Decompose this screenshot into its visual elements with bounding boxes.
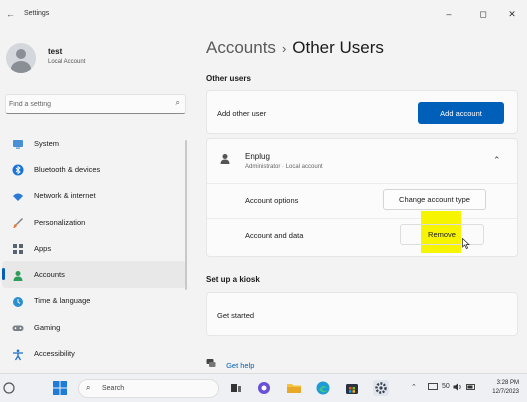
weather-icon[interactable] — [3, 381, 15, 394]
sidebar-item-label: Accessibility — [34, 349, 75, 359]
breadcrumb-separator: › — [281, 41, 287, 56]
wifi-icon — [12, 190, 24, 202]
tray-volume-value: 50 — [442, 383, 450, 390]
breadcrumb: Accounts › Other Users — [206, 38, 384, 58]
back-arrow-icon[interactable]: ← — [6, 9, 15, 19]
account-options-label: Account options — [245, 196, 299, 205]
title-bar: ← Settings – ◻ ✕ — [0, 0, 527, 30]
sidebar-scrollbar[interactable] — [185, 140, 187, 290]
sidebar-item-label: Personalization — [34, 217, 86, 227]
kiosk-card[interactable]: Get started — [206, 292, 518, 336]
clock-date: 12/7/2023 — [492, 389, 519, 395]
add-user-card: Add other user Add account — [206, 90, 518, 134]
user-name: Enplug — [245, 152, 270, 161]
task-view-icon[interactable] — [228, 380, 244, 396]
get-started-label: Get started — [217, 311, 255, 320]
mouse-cursor-icon — [462, 237, 470, 252]
apps-icon — [12, 242, 24, 255]
gamepad-icon — [12, 321, 24, 333]
sidebar-item-network[interactable]: Network & internet — [2, 183, 186, 209]
sidebar-item-system[interactable]: System — [2, 130, 186, 156]
add-account-button[interactable]: Add account — [418, 102, 504, 124]
account-data-label: Account and data — [245, 231, 304, 240]
sidebar-nav: System Bluetooth & devices Network & int… — [0, 130, 190, 367]
store-icon[interactable] — [344, 380, 360, 396]
chat-icon[interactable] — [256, 380, 272, 396]
divider — [207, 218, 517, 219]
help-icon — [206, 359, 218, 370]
sidebar-item-label: Network & internet — [34, 191, 96, 201]
other-users-heading: Other users — [206, 74, 251, 83]
speaker-icon[interactable] — [453, 383, 463, 393]
selection-indicator — [2, 268, 5, 281]
taskbar-search-label: Search — [102, 385, 125, 392]
sidebar-item-accessibility[interactable]: Accessibility — [2, 340, 186, 366]
sidebar-item-apps[interactable]: Apps — [2, 235, 186, 261]
start-button[interactable] — [52, 380, 68, 396]
change-account-type-button[interactable]: Change account type — [383, 189, 486, 210]
remove-button[interactable]: Remove — [400, 224, 484, 245]
add-user-label: Add other user — [217, 109, 267, 118]
get-help-label: Get help — [226, 361, 255, 370]
avatar-head-shape — [16, 49, 26, 59]
user-person-icon — [219, 152, 231, 170]
file-explorer-icon[interactable] — [286, 380, 302, 396]
bluetooth-icon — [12, 163, 24, 176]
sidebar-item-label: Gaming — [34, 322, 61, 332]
search-input[interactable] — [9, 97, 164, 111]
sidebar-item-time-language[interactable]: Time & language — [2, 288, 186, 314]
user-details: Administrator · Local account — [245, 164, 323, 170]
sidebar-item-bluetooth[interactable]: Bluetooth & devices — [2, 156, 186, 182]
monitor-icon — [12, 137, 24, 149]
minimize-button[interactable]: – — [434, 4, 464, 24]
chevron-up-icon[interactable]: ⌃ — [411, 383, 417, 391]
close-button[interactable]: ✕ — [497, 4, 527, 24]
avatar-body-shape — [11, 61, 31, 73]
sidebar-item-label: Time & language — [34, 296, 91, 306]
sidebar-item-personalization[interactable]: Personalization — [2, 209, 186, 235]
search-box[interactable]: ⌕ — [5, 94, 186, 114]
sidebar-item-label: Apps — [34, 243, 52, 253]
avatar — [6, 43, 36, 73]
settings-gear-icon[interactable] — [373, 380, 389, 396]
globe-clock-icon — [12, 295, 24, 307]
battery-icon[interactable] — [466, 383, 476, 393]
kiosk-heading: Set up a kiosk — [206, 275, 260, 284]
maximize-button[interactable]: ◻ — [468, 4, 498, 24]
edge-browser-icon[interactable] — [315, 380, 331, 396]
search-icon[interactable]: ⌕ — [176, 98, 180, 108]
sidebar-item-label: System — [34, 138, 60, 148]
sidebar-item-gaming[interactable]: Gaming — [2, 314, 186, 340]
profile-subtitle: Local Account — [48, 59, 86, 65]
chevron-up-icon[interactable]: ⌃ — [493, 155, 501, 166]
page-title: Other Users — [292, 38, 384, 57]
sidebar-item-accounts[interactable]: Accounts — [2, 261, 186, 288]
brush-icon — [12, 216, 24, 229]
sidebar-item-label: Bluetooth & devices — [34, 164, 101, 174]
person-icon — [12, 269, 24, 281]
app-title: Settings — [24, 10, 50, 17]
get-help-link[interactable]: Get help — [206, 358, 254, 370]
taskbar-search[interactable]: ⌕ Search — [78, 379, 219, 398]
search-icon: ⌕ — [86, 383, 91, 392]
divider — [207, 183, 517, 184]
sidebar-item-label: Accounts — [34, 270, 65, 280]
accessibility-icon — [12, 348, 24, 360]
breadcrumb-parent[interactable]: Accounts — [206, 38, 276, 57]
taskbar: ⌕ Search ⌃ 50 3:28 PM 12/7/2023 — [0, 373, 527, 402]
clock[interactable]: 3:28 PM 12/7/2023 — [481, 379, 519, 397]
profile-name: test — [48, 47, 63, 56]
display-icon[interactable] — [428, 383, 438, 393]
clock-time: 3:28 PM — [496, 380, 519, 386]
